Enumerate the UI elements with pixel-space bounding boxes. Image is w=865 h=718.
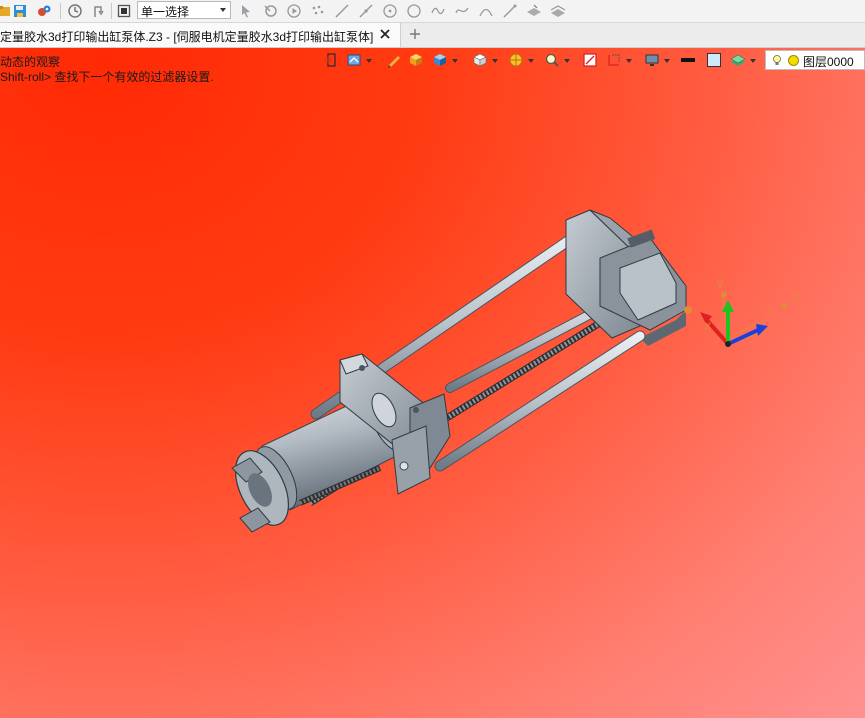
- view-cube-blue-icon[interactable]: [432, 52, 448, 68]
- exit-view-icon[interactable]: [322, 52, 338, 68]
- background-color-icon[interactable]: [706, 52, 722, 68]
- document-tab-bar: 定量胶水3d打印输出缸泵体.Z3 - [伺服电机定量胶水3d打印输出缸泵体]: [0, 23, 865, 48]
- segment-tool-icon[interactable]: [358, 3, 374, 19]
- lightbulb-icon[interactable]: [771, 54, 783, 66]
- active-layer-name: 图层0000: [803, 55, 854, 69]
- shaded-cube-icon[interactable]: [408, 52, 424, 68]
- shortcut-hint: Shift-roll> 查找下一个有效的过滤器设置.: [0, 70, 214, 84]
- document-tab-title: 定量胶水3d打印输出缸泵体.Z3 - [伺服电机定量胶水3d打印输出缸泵体]: [0, 30, 374, 44]
- pencil-icon[interactable]: [386, 52, 402, 68]
- chevron-down-icon[interactable]: [564, 59, 570, 63]
- display-mode-icon[interactable]: [346, 52, 362, 68]
- surface-stack-icon[interactable]: [550, 3, 566, 19]
- point-cloud-icon[interactable]: [310, 3, 326, 19]
- active-layer-selector[interactable]: 图层0000: [765, 50, 865, 70]
- chevron-down-icon[interactable]: [366, 59, 372, 63]
- surface-layer-icon[interactable]: [526, 3, 542, 19]
- view-toolbar: [320, 52, 760, 70]
- document-tab[interactable]: 定量胶水3d打印输出缸泵体.Z3 - [伺服电机定量胶水3d打印输出缸泵体]: [0, 23, 401, 47]
- chevron-down-icon[interactable]: [528, 59, 534, 63]
- chevron-down-icon[interactable]: [492, 59, 498, 63]
- arc-tool-icon[interactable]: [478, 3, 494, 19]
- layer-color-dot: [788, 55, 799, 66]
- stop-square-icon[interactable]: [116, 3, 132, 19]
- monitor-view-icon[interactable]: [644, 52, 660, 68]
- selection-filter-dropdown[interactable]: 单一选择: [137, 1, 231, 19]
- clock-history-icon[interactable]: [67, 3, 83, 19]
- circle-center-icon[interactable]: [382, 3, 398, 19]
- layer-manager-icon[interactable]: [730, 52, 746, 68]
- gear-settings-icon[interactable]: [36, 3, 52, 19]
- circle-tool-icon[interactable]: [406, 3, 422, 19]
- play-circle-icon[interactable]: [286, 3, 302, 19]
- add-tab-button[interactable]: [407, 26, 423, 42]
- pick-cursor-icon[interactable]: [238, 3, 254, 19]
- main-toolbar: 单一选择: [0, 0, 865, 23]
- motor-end-block: [565, 209, 692, 346]
- line-weight-icon[interactable]: [680, 52, 696, 68]
- triad-z-label: Z: [792, 291, 799, 305]
- triad-y-label: Y: [716, 277, 724, 291]
- render-style-icon[interactable]: [508, 52, 524, 68]
- clip-plane-icon[interactable]: [606, 52, 622, 68]
- 3d-viewport[interactable]: Y Z X 动态的观察 Shift-roll> 查找下一个有效的过滤器设置. 图…: [0, 48, 865, 718]
- redo-arrow-icon[interactable]: [90, 3, 106, 19]
- view-cube-white-icon[interactable]: [472, 52, 488, 68]
- section-view-icon[interactable]: [582, 52, 598, 68]
- filter-pick-icon[interactable]: [262, 3, 278, 19]
- zoom-icon[interactable]: [544, 52, 560, 68]
- chevron-down-icon[interactable]: [664, 59, 670, 63]
- save-icon[interactable]: [12, 3, 28, 19]
- close-icon[interactable]: [378, 27, 392, 41]
- curve-tool-icon[interactable]: [454, 3, 470, 19]
- open-file-icon[interactable]: [0, 3, 12, 19]
- selection-filter-value: 单一选择: [141, 5, 190, 19]
- coordinate-triad: Y Z X: [700, 277, 799, 347]
- pen-line-icon[interactable]: [502, 3, 518, 19]
- chevron-down-icon: [220, 8, 226, 12]
- chevron-down-icon[interactable]: [750, 59, 756, 63]
- triad-x-label: X: [704, 321, 712, 333]
- chevron-down-icon[interactable]: [626, 59, 632, 63]
- chevron-down-icon[interactable]: [452, 59, 458, 63]
- pump-assembly-model[interactable]: Y Z X: [0, 48, 865, 718]
- spline-tool-icon[interactable]: [430, 3, 446, 19]
- line-tool-icon[interactable]: [334, 3, 350, 19]
